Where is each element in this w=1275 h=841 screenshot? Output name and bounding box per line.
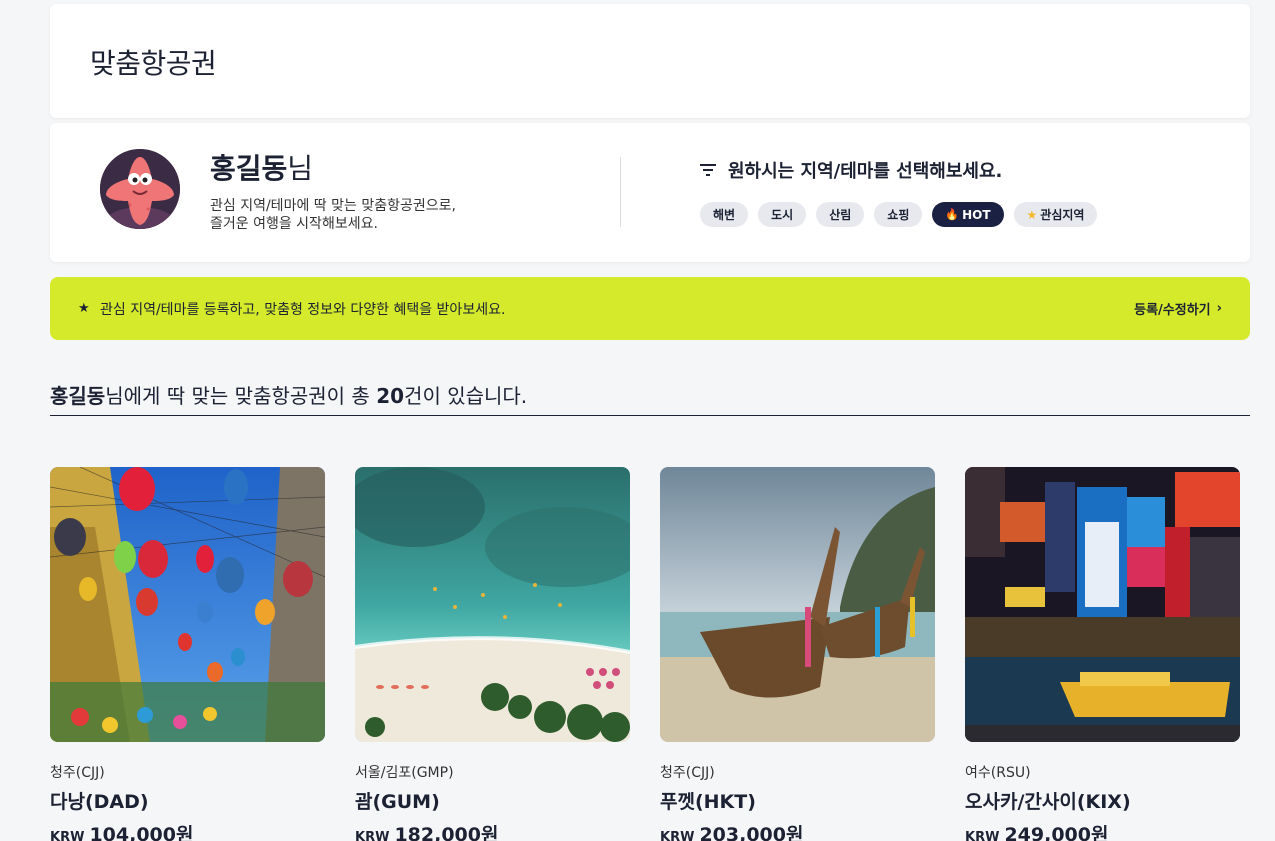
register-edit-label: 등록/수정하기 [1134,303,1211,318]
flight-origin: 서울/김포(GMP) [355,765,454,781]
phuket-boats-image [660,467,935,742]
page-title: 맞춤항공권 [90,47,217,80]
profile-name: 홍길동님 [210,147,313,187]
summary-middle: 님에게 딱 맞는 맞춤항공권이 총 [105,384,377,408]
price-currency: KRW [50,830,85,841]
theme-chips: 해변 도시 산림 쇼핑 🔥 HOT ★ 관심지역 [700,202,1098,227]
chip-hot[interactable]: 🔥 HOT [932,202,1004,227]
filter-heading-text: 원하시는 지역/테마를 선택해보세요. [728,161,1003,182]
flight-price: KRW 203,000원 [660,820,935,841]
avatar-starfish-icon [100,149,180,229]
flight-origin: 청주(CJJ) [50,765,105,781]
price-amount: 203,000원 [699,824,804,841]
price-amount: 249,000원 [1004,824,1109,841]
chip-shopping[interactable]: 쇼핑 [874,202,923,227]
flight-destination: 다낭(DAD) [50,791,149,813]
chip-label: 산림 [829,208,852,222]
intro-line-2: 즐거운 여행을 시작해보세요. [210,216,378,232]
chip-interest-region[interactable]: ★ 관심지역 [1013,202,1098,227]
flight-origin: 여수(RSU) [965,765,1031,781]
flight-price: KRW 249,000원 [965,820,1240,841]
price-currency: KRW [965,830,1000,841]
price-currency: KRW [355,830,390,841]
result-summary: 홍길동님에게 딱 맞는 맞춤항공권이 총 20건이 있습니다. [50,380,527,409]
flight-origin: 청주(CJJ) [660,765,715,781]
star-icon: ★ [1026,207,1038,222]
profile-card: 홍길동님 관심 지역/테마에 딱 맞는 맞춤항공권으로, 즐거운 여행을 시작해… [50,123,1250,262]
user-honorific: 님 [287,152,314,185]
filter-heading: 원하시는 지역/테마를 선택해보세요. [700,157,1002,183]
chip-forest[interactable]: 산림 [816,202,865,227]
flame-icon: 🔥 [945,208,960,221]
flight-card[interactable]: 여수(RSU) 오사카/간사이(KIX) KRW 249,000원 [965,467,1240,841]
chevron-right-icon: › [1216,301,1222,316]
chip-label: 해변 [713,208,736,222]
chip-label: 쇼핑 [887,208,910,222]
chip-label: HOT [962,207,991,222]
summary-tail: 건이 있습니다. [404,384,528,408]
flight-card[interactable]: 청주(CJJ) 푸껫(HKT) KRW 203,000원 [660,467,935,841]
chip-label: 관심지역 [1040,208,1085,222]
register-edit-link[interactable]: 등록/수정하기 › [1134,299,1222,318]
price-currency: KRW [660,830,695,841]
register-banner: ★ 관심 지역/테마를 등록하고, 맞춤형 정보와 다양한 혜택을 받아보세요.… [50,277,1250,340]
page-header: 맞춤항공권 [50,4,1250,118]
flight-price: KRW 182,000원 [355,820,630,841]
flight-price: KRW 104,000원 [50,820,325,841]
guam-beach-image [355,467,630,742]
user-name: 홍길동 [210,152,288,185]
banner-message: 관심 지역/테마를 등록하고, 맞춤형 정보와 다양한 혜택을 받아보세요. [100,302,506,318]
price-amount: 182,000원 [394,824,499,841]
star-icon: ★ [78,301,90,316]
chip-label: 도시 [771,208,794,222]
osaka-night-image [965,467,1240,742]
section-divider [50,415,1250,416]
avatar [100,149,180,229]
flight-destination: 오사카/간사이(KIX) [965,791,1131,813]
danang-lantern-image [50,467,325,742]
flight-destination: 괌(GUM) [355,791,440,813]
chip-beach[interactable]: 해변 [700,202,749,227]
chip-city[interactable]: 도시 [758,202,807,227]
filter-icon [700,164,716,176]
profile-intro: 관심 지역/테마에 딱 맞는 맞춤항공권으로, 즐거운 여행을 시작해보세요. [210,197,456,233]
summary-name: 홍길동 [50,384,106,408]
flight-card[interactable]: 서울/김포(GMP) 괌(GUM) KRW 182,000원 [355,467,630,841]
intro-line-1: 관심 지역/테마에 딱 맞는 맞춤항공권으로, [210,198,456,214]
vertical-divider [620,157,621,227]
flight-card[interactable]: 청주(CJJ) 다낭(DAD) KRW 104,000원 [50,467,325,841]
price-amount: 104,000원 [89,824,194,841]
summary-count: 20 [376,384,405,408]
flight-destination: 푸껫(HKT) [660,791,756,813]
